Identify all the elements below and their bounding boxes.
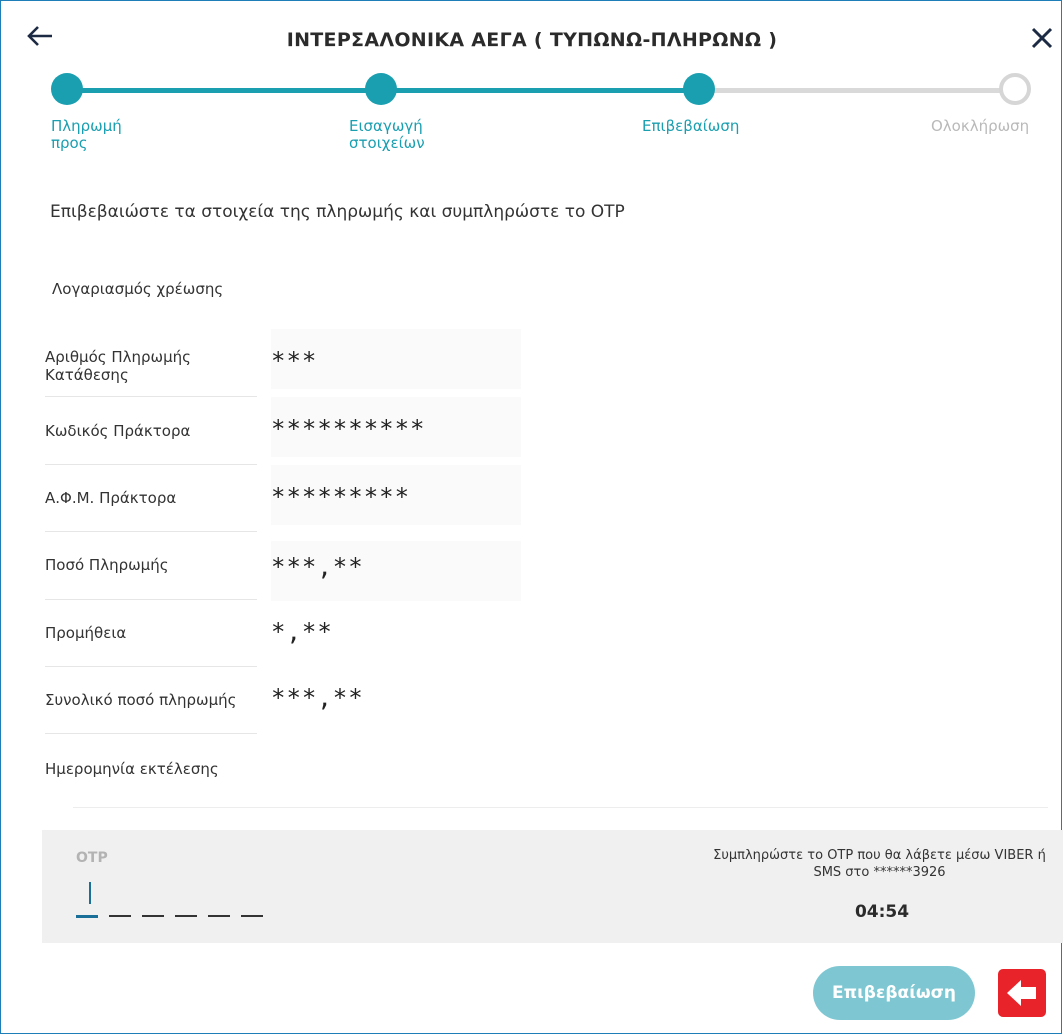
- otp-digit-4[interactable]: [175, 915, 197, 917]
- detail-row-agent-tax-id: Α.Φ.Μ. Πράκτορα: [45, 465, 257, 532]
- execution-date-label: Ημερομηνία εκτέλεσης: [45, 760, 219, 778]
- detail-value: *,**: [271, 618, 333, 646]
- otp-panel: OTP Συμπληρώστε το OTP που θα λάβετε μέσ…: [42, 830, 1063, 943]
- step-dot-data-entry: [365, 73, 397, 105]
- step-label-data-entry: Εισαγωγή στοιχείων: [349, 117, 425, 152]
- otp-digit-1[interactable]: [76, 915, 98, 918]
- divider: [73, 807, 1048, 808]
- step-label-payment-to: Πληρωμή προς: [51, 117, 122, 152]
- otp-text-cursor: [89, 882, 91, 904]
- intro-text: Επιβεβαιώστε τα στοιχεία της πληρωμής κα…: [50, 202, 625, 222]
- step-dot-payment-to: [51, 73, 83, 105]
- detail-row-commission: Προμήθεια: [45, 600, 257, 667]
- otp-digit-3[interactable]: [142, 915, 164, 917]
- dialog-header: ΙΝΤΕΡΣΑΛΟΝΙΚΑ ΑΕΓΑ ( ΤΥΠΩΝΩ-ΠΛΗΡΩΝΩ ): [1, 1, 1063, 79]
- detail-row-payment-amount: Ποσό Πληρωμής: [45, 532, 257, 600]
- confirm-button[interactable]: Επιβεβαίωση: [813, 966, 975, 1020]
- step-dot-completion: [999, 73, 1031, 105]
- detail-row-agent-code: Κωδικός Πράκτορα: [45, 397, 257, 465]
- step-label-completion: Ολοκλήρωση: [931, 117, 1030, 135]
- detail-label: Ποσό Πληρωμής: [45, 556, 169, 574]
- debit-account-label: Λογαριασμός χρέωσης: [52, 280, 224, 298]
- detail-value: ***: [271, 329, 521, 389]
- detail-row-payment-number: Αριθμός Πληρωμής Κατάθεσης: [45, 329, 257, 397]
- stepper-line-pending: [697, 88, 1017, 93]
- otp-hint: Συμπληρώστε το OTP που θα λάβετε μέσω VI…: [713, 848, 1046, 880]
- detail-value: ***,**: [271, 541, 521, 601]
- arrow-left-badge-icon: [998, 969, 1046, 1017]
- detail-value: **********: [271, 397, 521, 457]
- detail-label: Συνολικό ποσό πληρωμής: [45, 691, 237, 709]
- detail-row-total-amount: Συνολικό ποσό πληρωμής: [45, 667, 257, 734]
- step-dot-confirmation: [683, 73, 715, 105]
- otp-countdown-timer: 04:54: [854, 902, 910, 922]
- detail-label: Προμήθεια: [45, 624, 127, 642]
- dialog-title: ΙΝΤΕΡΣΑΛΟΝΙΚΑ ΑΕΓΑ ( ΤΥΠΩΝΩ-ΠΛΗΡΩΝΩ ): [286, 29, 778, 51]
- otp-digit-6[interactable]: [241, 915, 263, 917]
- detail-label: Α.Φ.Μ. Πράκτορα: [45, 489, 177, 507]
- step-label-confirmation: Επιβεβαίωση: [642, 117, 740, 135]
- otp-digit-2[interactable]: [109, 915, 131, 917]
- progress-stepper: Πληρωμή προς Εισαγωγή στοιχείων Επιβεβαί…: [1, 71, 1063, 161]
- detail-value: *********: [271, 465, 521, 525]
- payment-dialog: ΙΝΤΕΡΣΑΛΟΝΙΚΑ ΑΕΓΑ ( ΤΥΠΩΝΩ-ΠΛΗΡΩΝΩ ) Πλ…: [0, 0, 1063, 1034]
- detail-value: ***,**: [271, 684, 364, 712]
- close-icon[interactable]: [1031, 27, 1053, 49]
- detail-label: Κωδικός Πράκτορα: [45, 422, 191, 440]
- detail-label: Αριθμός Πληρωμής Κατάθεσης: [45, 348, 191, 384]
- otp-digit-5[interactable]: [208, 915, 230, 917]
- otp-title: OTP: [76, 850, 108, 866]
